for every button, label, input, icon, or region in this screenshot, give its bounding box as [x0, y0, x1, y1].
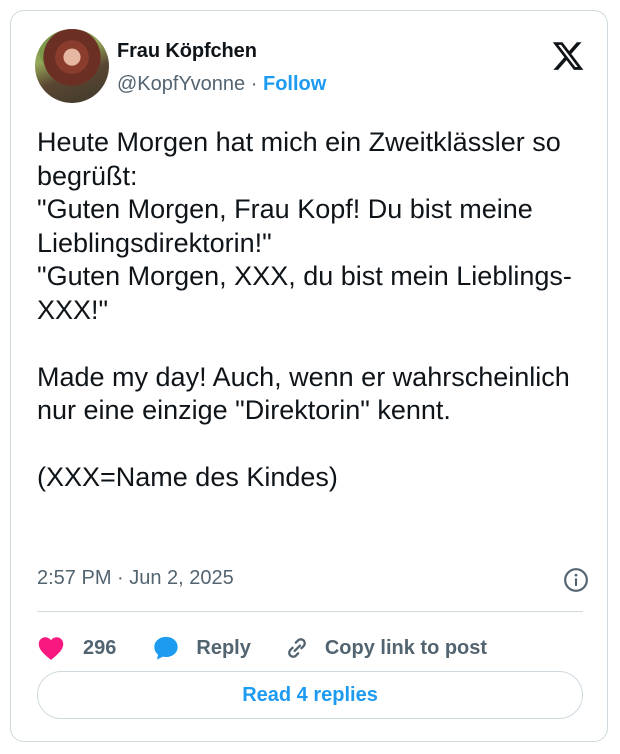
tweet-text: Heute Morgen hat mich ein Zweitklässler …	[37, 127, 572, 492]
speech-bubble-icon	[154, 636, 179, 660]
like-button[interactable]: 296	[37, 635, 116, 661]
tweet-timestamp[interactable]: 2:57 PM · Jun 2, 2025	[37, 567, 234, 590]
heart-icon	[38, 637, 64, 660]
tweet-card: Frau Köpfchen @KopfYvonne · Follow Heute…	[10, 10, 608, 742]
author-name[interactable]: Frau Köpfchen	[117, 40, 257, 63]
copy-link-label: Copy link to post	[324, 636, 488, 659]
follow-link[interactable]: Follow	[263, 73, 326, 95]
read-replies-button[interactable]: Read 4 replies	[37, 671, 583, 719]
handle-row: @KopfYvonne · Follow	[117, 73, 326, 96]
separator-dot: ·	[250, 73, 258, 95]
author-handle[interactable]: @KopfYvonne	[117, 73, 245, 95]
info-icon[interactable]	[563, 567, 589, 593]
action-bar: 296 Reply Copy link to post	[37, 628, 487, 668]
like-count: 296	[83, 636, 117, 659]
divider	[37, 611, 583, 612]
link-icon	[287, 638, 306, 658]
reply-label: Reply	[196, 636, 251, 659]
avatar[interactable]	[35, 29, 109, 103]
reply-button[interactable]: Reply	[152, 634, 251, 662]
x-logo-icon[interactable]	[551, 39, 585, 73]
read-replies-label: Read 4 replies	[242, 683, 378, 706]
copy-link-button[interactable]: Copy link to post	[283, 634, 487, 662]
